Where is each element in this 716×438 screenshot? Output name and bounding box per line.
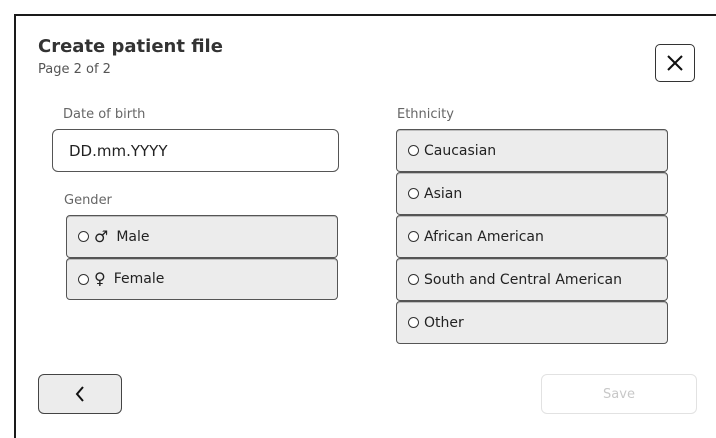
radio-icon (78, 273, 89, 285)
radio-icon (408, 231, 419, 242)
chevron-left-icon (75, 386, 84, 402)
close-icon (667, 55, 683, 71)
radio-icon (408, 145, 419, 156)
male-symbol-icon: ♂ (94, 226, 109, 246)
ethnicity-option-label: Other (424, 314, 464, 331)
gender-option-male[interactable]: ♂ Male (66, 215, 338, 258)
save-button[interactable]: Save (541, 374, 697, 414)
gender-option-label: Male (116, 228, 150, 245)
female-symbol-icon: ♀ (94, 269, 106, 288)
page-title: Create patient file (38, 36, 223, 57)
gender-option-label: Female (113, 271, 165, 287)
ethnicity-option-south-central-american[interactable]: South and Central American (396, 258, 668, 301)
ethnicity-option-label: South and Central American (424, 271, 622, 288)
close-button[interactable] (655, 44, 695, 82)
ethnicity-option-other[interactable]: Other (396, 301, 668, 344)
radio-icon (78, 231, 89, 242)
radio-icon (408, 274, 419, 285)
ethnicity-option-caucasian[interactable]: Caucasian (396, 129, 668, 172)
ethnicity-option-label: Asian (424, 185, 463, 202)
date-of-birth-field[interactable]: DD.mm.YYYY (52, 129, 339, 172)
gender-option-female[interactable]: ♀ Female (66, 258, 338, 300)
radio-icon (408, 317, 419, 328)
ethnicity-label: Ethnicity (397, 107, 454, 122)
date-of-birth-value: DD.mm.YYYY (69, 141, 168, 160)
ethnicity-option-label: African American (424, 228, 544, 245)
date-of-birth-label: Date of birth (63, 107, 146, 122)
ethnicity-option-label: Caucasian (424, 142, 497, 159)
ethnicity-option-asian[interactable]: Asian (396, 172, 668, 215)
save-button-label: Save (603, 386, 635, 402)
ethnicity-option-african-american[interactable]: African American (396, 215, 668, 258)
back-button[interactable] (38, 374, 122, 414)
page-subtitle: Page 2 of 2 (38, 62, 111, 77)
radio-icon (408, 188, 419, 199)
gender-label: Gender (64, 193, 112, 208)
